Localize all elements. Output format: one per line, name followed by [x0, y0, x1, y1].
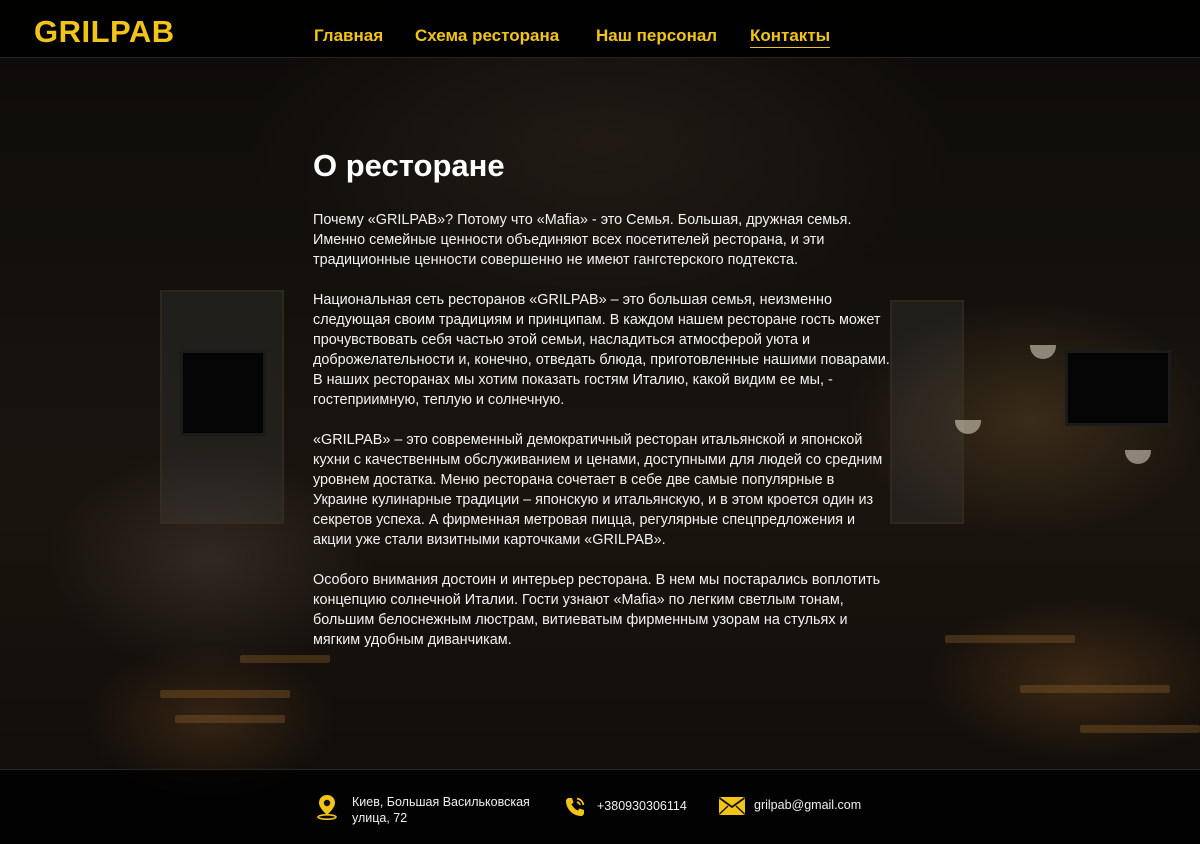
envelope-icon: [718, 796, 746, 816]
brand-logo[interactable]: GRILPAB: [34, 14, 175, 50]
map-pin-icon: [315, 794, 339, 820]
email-address[interactable]: grilpab@gmail.com: [754, 797, 861, 813]
nav-link-staff[interactable]: Наш персонал: [596, 26, 717, 46]
about-section: О ресторане Почему «GRILPAB»? Потому что…: [313, 148, 891, 670]
footer-phone[interactable]: +380930306114: [563, 795, 687, 819]
phone-number[interactable]: +380930306114: [597, 798, 687, 814]
site-footer: Киев, Большая Васильковская улица, 72 +3…: [0, 769, 1200, 844]
page-title: О ресторане: [313, 148, 505, 183]
footer-address: Киев, Большая Васильковская улица, 72: [315, 794, 530, 826]
about-paragraph-1: Почему «GRILPAB»? Потому что «Mafia» - э…: [313, 212, 852, 268]
address-line-1: Киев, Большая Васильковская: [352, 795, 530, 809]
address-line-2: улица, 72: [352, 811, 408, 825]
nav-link-home[interactable]: Главная: [314, 26, 383, 46]
about-paragraph-3: «GRILPAB» – это современный демократичны…: [313, 432, 883, 548]
nav-link-restaurant-scheme[interactable]: Схема ресторана: [415, 26, 559, 46]
nav-link-contacts[interactable]: Контакты: [750, 26, 831, 48]
about-paragraph-2: Национальная сеть ресторанов «GRILPAB» –…: [313, 292, 890, 408]
about-paragraph-4: Особого внимания достоин и интерьер рест…: [313, 572, 881, 648]
phone-icon: [563, 795, 587, 819]
footer-email[interactable]: grilpab@gmail.com: [718, 796, 861, 816]
site-header: GRILPAB Главная Схема ресторана Наш перс…: [0, 0, 1200, 58]
